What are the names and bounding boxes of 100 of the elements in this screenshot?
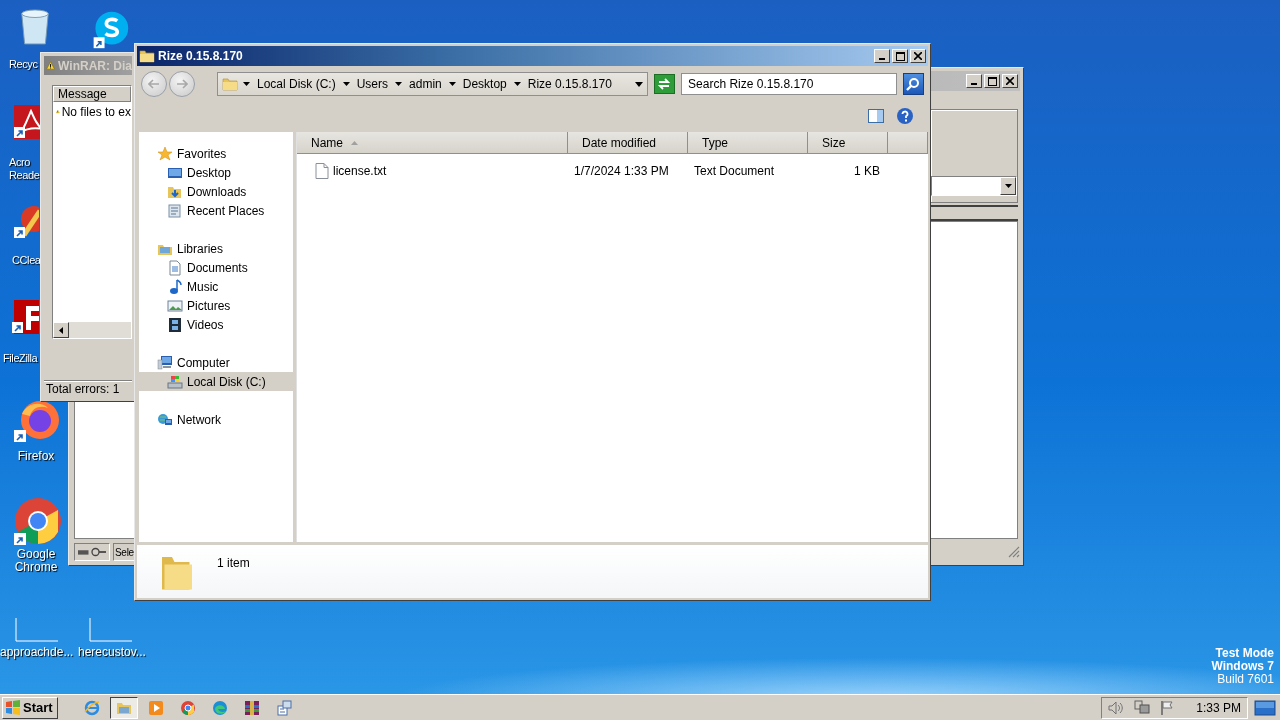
window-title: WinRAR: Dia: [58, 58, 132, 73]
close-button[interactable]: [910, 49, 926, 63]
chrome-icon: [179, 699, 196, 716]
file-row[interactable]: license.txt 1/7/2024 1:33 PM Text Document 1 KB: [297, 160, 928, 182]
close-button[interactable]: [1002, 74, 1018, 88]
window-title: Rize 0.15.8.170: [158, 49, 244, 63]
forward-arrow-icon: [176, 79, 188, 89]
nav-item[interactable]: Network: [139, 410, 293, 429]
date-modified: 1/7/2024 1:33 PM: [574, 164, 669, 178]
search-field[interactable]: Search Rize 0.15.8.170: [681, 73, 897, 95]
breadcrumb[interactable]: Users: [354, 77, 391, 91]
column-header[interactable]: Name: [297, 132, 568, 153]
icon-label[interactable]: Google Chrome: [0, 548, 72, 574]
icon-label[interactable]: FileZilla: [3, 352, 38, 365]
drive-icon: [78, 547, 106, 557]
folder-icon: [222, 76, 238, 92]
help-icon[interactable]: [896, 107, 914, 125]
file-name: license.txt: [333, 164, 387, 178]
column-header[interactable]: Date modified: [568, 132, 688, 153]
chrome-icon[interactable]: [14, 497, 62, 545]
column-header[interactable]: Message: [53, 86, 131, 102]
media-player-icon: [147, 699, 164, 716]
computer-icon: [157, 354, 173, 371]
caret-icon: [243, 82, 250, 86]
music-note-icon: [167, 278, 183, 295]
nav-item[interactable]: Favorites: [139, 144, 293, 163]
nav-item[interactable]: Pictures: [139, 296, 293, 315]
taskbar-button[interactable]: [109, 696, 138, 719]
clock[interactable]: 1:33 PM: [1196, 700, 1241, 715]
caret-icon: [395, 82, 403, 86]
icon-label[interactable]: CClea: [12, 254, 41, 267]
file-type: Text Document: [694, 164, 775, 178]
star-icon: [157, 145, 173, 162]
system-notice: Build 7601: [1217, 673, 1274, 686]
sort-arrow-icon: [351, 140, 358, 145]
maximize-icon: [895, 51, 905, 61]
windows-logo-icon: [5, 700, 21, 715]
file-size: 1 KB: [854, 164, 880, 178]
maximize-button[interactable]: [892, 49, 908, 63]
status-text: Total errors: 1: [44, 380, 132, 398]
speaker-icon[interactable]: [1108, 700, 1125, 715]
network-icon: [157, 411, 173, 428]
minimize-button[interactable]: [966, 74, 982, 88]
show-desktop-icon[interactable]: [1254, 699, 1276, 716]
status-text: Sele: [115, 546, 134, 558]
search-icon: [906, 77, 921, 91]
nav-item[interactable]: Recent Places: [139, 201, 293, 220]
nav-item[interactable]: Videos: [139, 315, 293, 334]
refresh-button[interactable]: [653, 74, 676, 94]
nav-item[interactable]: Documents: [139, 258, 293, 277]
preview-pane-icon[interactable]: [868, 109, 884, 123]
back-arrow-icon: [148, 79, 160, 89]
nav-item[interactable]: Music: [139, 277, 293, 296]
breadcrumb[interactable]: Rize 0.15.8.170: [525, 77, 614, 91]
start-button[interactable]: Start: [2, 696, 58, 719]
nav-item[interactable]: Downloads: [139, 182, 293, 201]
breadcrumb[interactable]: Desktop: [460, 77, 509, 91]
close-icon: [914, 52, 922, 60]
scroll-left-button[interactable]: [53, 322, 69, 338]
acrobat-icon[interactable]: [14, 105, 40, 139]
document-icon: [167, 259, 183, 276]
address-bar[interactable]: Local Disk (C:) Users admin Desktop Rize 0.15.8.170: [217, 72, 648, 96]
column-header[interactable]: Size: [808, 132, 888, 153]
system-notice: Windows 7: [1211, 660, 1274, 673]
search-button[interactable]: [902, 73, 924, 95]
browser-icon: [83, 699, 100, 716]
caret-icon: [513, 82, 521, 86]
icon-label[interactable]: Recyc: [9, 58, 38, 71]
breadcrumb[interactable]: admin: [407, 77, 444, 91]
column-header[interactable]: Type: [688, 132, 808, 153]
close-icon: [1006, 77, 1014, 85]
system-notice: Test Mode: [1215, 647, 1274, 660]
nav-item[interactable]: Computer: [139, 353, 293, 372]
text-file-icon: [315, 163, 329, 179]
maximize-button[interactable]: [984, 74, 1000, 88]
dropdown-button[interactable]: [1000, 177, 1016, 195]
item-count: 1 item: [217, 556, 250, 570]
installer-icon: [275, 699, 292, 716]
nav-item[interactable]: Local Disk (C:): [139, 372, 293, 391]
icon-label[interactable]: Firefox: [0, 450, 72, 463]
icon-label[interactable]: Acro Reade: [9, 156, 39, 182]
caret-icon: [342, 82, 350, 86]
caret-icon: [634, 81, 643, 87]
network-icon[interactable]: [1134, 699, 1151, 716]
archive-icon: [243, 699, 260, 716]
scrollbar[interactable]: [53, 322, 131, 338]
folder-icon: [139, 48, 155, 64]
minimize-button[interactable]: [874, 49, 890, 63]
nav-item[interactable]: Libraries: [139, 239, 293, 258]
caret-icon: [1004, 184, 1012, 188]
firefox-icon[interactable]: [14, 400, 60, 442]
breadcrumb[interactable]: Local Disk (C:): [255, 77, 338, 91]
refresh-icon: [657, 78, 672, 90]
dropdown-field[interactable]: [931, 176, 1017, 196]
nav-item[interactable]: Desktop: [139, 163, 293, 182]
flag-icon[interactable]: [1160, 700, 1175, 715]
maximize-icon: [987, 76, 997, 86]
caret-icon: [448, 82, 456, 86]
drive-icon: [167, 373, 183, 390]
resize-grip-icon[interactable]: [1008, 546, 1020, 558]
